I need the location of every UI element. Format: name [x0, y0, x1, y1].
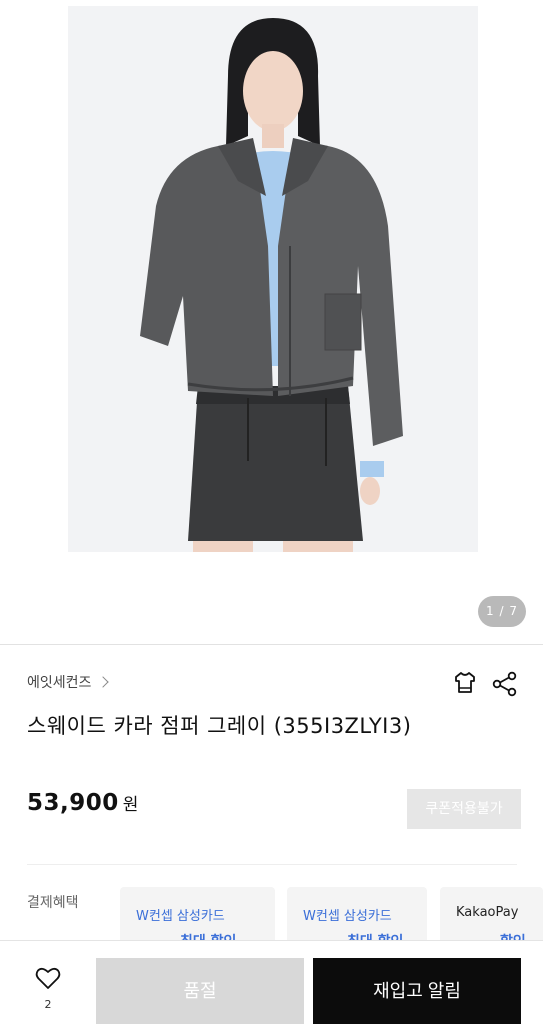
product-price: 53,900	[27, 790, 119, 816]
chevron-right-icon	[97, 676, 110, 688]
image-counter: 1 / 7	[478, 596, 526, 627]
price-row: 53,900 원	[27, 790, 138, 816]
brand-name: 에잇세컨즈	[27, 675, 92, 691]
like-button[interactable]: 2	[30, 966, 66, 1020]
price-currency: 원	[122, 795, 139, 815]
coupon-unavailable-button: 쿠폰적용불가	[407, 789, 521, 829]
benefit-card-name: W컨셉 삼성카드	[303, 909, 392, 924]
soldout-button: 품절	[96, 958, 304, 1024]
product-gallery[interactable]: 1 / 7	[0, 0, 543, 645]
model-illustration	[68, 6, 478, 552]
product-photo[interactable]	[68, 6, 478, 552]
like-count: 2	[44, 998, 52, 1011]
benefit-card-name: KakaoPay	[456, 905, 519, 920]
divider	[0, 644, 543, 645]
product-title: 스웨이드 카라 점퍼 그레이 (355I3ZLYI3)	[27, 714, 412, 738]
hanger-icon[interactable]	[450, 668, 480, 698]
share-icon[interactable]	[491, 670, 519, 698]
divider	[27, 864, 517, 865]
brand-link[interactable]: 에잇세컨즈	[27, 670, 110, 694]
payment-benefits-label: 결제혜택	[27, 895, 79, 911]
restock-alert-button[interactable]: 재입고 알림	[313, 958, 521, 1024]
benefit-card-name: W컨셉 삼성카드	[136, 909, 225, 924]
heart-icon	[35, 967, 61, 989]
